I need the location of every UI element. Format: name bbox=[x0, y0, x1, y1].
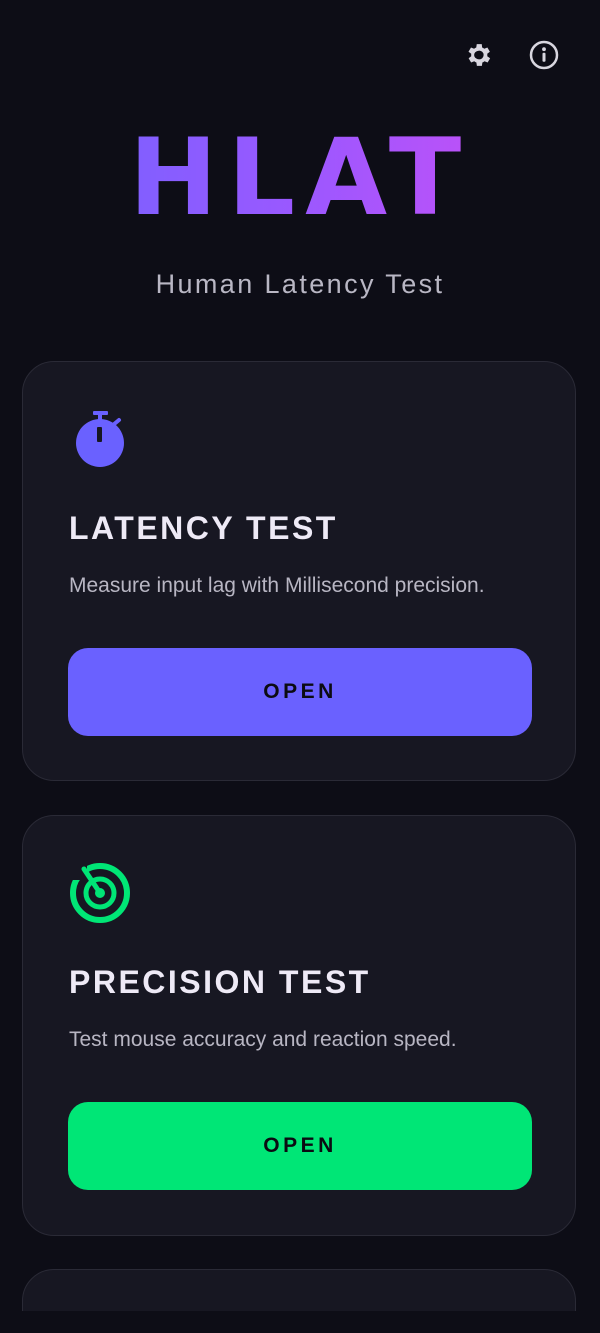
card-title: PRECISION TEST bbox=[69, 964, 371, 1000]
settings-button[interactable] bbox=[461, 38, 495, 72]
latency-test-card: LATENCY TEST Measure input lag with Mill… bbox=[22, 361, 576, 781]
bottom-fade bbox=[0, 1311, 600, 1333]
info-button[interactable] bbox=[527, 38, 561, 72]
target-icon bbox=[70, 863, 130, 923]
stopwatch-icon bbox=[76, 411, 124, 467]
card-title: LATENCY TEST bbox=[69, 510, 338, 546]
card-description: Measure input lag with Millisecond preci… bbox=[69, 574, 485, 597]
app-logo: HLAT bbox=[0, 125, 600, 231]
home-screen: HLAT Human Latency Test LATENCY TEST Mea… bbox=[0, 0, 600, 1333]
open-latency-test-button[interactable]: OPEN bbox=[68, 648, 532, 736]
app-subtitle: Human Latency Test bbox=[155, 269, 445, 299]
card-description: Test mouse accuracy and reaction speed. bbox=[69, 1028, 457, 1051]
gear-icon bbox=[468, 44, 491, 66]
info-icon bbox=[529, 40, 559, 70]
precision-test-card: PRECISION TEST Test mouse accuracy and r… bbox=[22, 815, 576, 1236]
open-precision-test-button[interactable]: OPEN bbox=[68, 1102, 532, 1190]
